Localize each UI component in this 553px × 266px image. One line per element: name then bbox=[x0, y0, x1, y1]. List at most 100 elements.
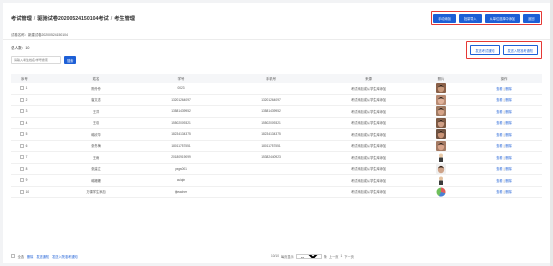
column-header-photo: 照片 bbox=[437, 77, 445, 81]
view-link[interactable]: 查看 bbox=[496, 156, 502, 160]
row-actions: 查看|删除 bbox=[466, 189, 542, 194]
row-no-cell: 5 bbox=[11, 132, 51, 136]
delete-link[interactable]: 删除 bbox=[505, 190, 511, 194]
breadcrumb-item-exam-management[interactable]: 考试管理 bbox=[11, 16, 32, 22]
pagination-total: 10/10 bbox=[271, 254, 279, 258]
delete-link[interactable]: 删除 bbox=[505, 110, 511, 114]
view-link[interactable]: 查看 bbox=[496, 190, 502, 194]
row-no-cell: 9 bbox=[11, 178, 51, 182]
row-no: 2 bbox=[25, 97, 28, 102]
row-actions: 查看|删除 bbox=[466, 178, 542, 183]
student-source: 考试添加或从学生库添加 bbox=[350, 167, 387, 172]
student-phone: 13201264097 bbox=[261, 97, 281, 102]
row-no-cell: 10 bbox=[11, 190, 51, 194]
row-checkbox[interactable] bbox=[20, 132, 24, 137]
prev-page-button[interactable]: 上一页 bbox=[329, 254, 339, 259]
student-name: 张冬梅 bbox=[91, 144, 101, 149]
row-checkbox[interactable] bbox=[20, 166, 24, 171]
row-checkbox[interactable] bbox=[20, 109, 24, 114]
student-photo[interactable] bbox=[416, 129, 466, 140]
batch-import-button[interactable]: 批量导入 bbox=[458, 13, 482, 23]
breadcrumb-separator: / bbox=[110, 16, 113, 22]
student-id: cuiqin bbox=[176, 178, 186, 183]
view-link[interactable]: 查看 bbox=[496, 167, 502, 171]
delete-link[interactable]: 删除 bbox=[505, 87, 511, 91]
row-checkbox[interactable] bbox=[20, 143, 24, 148]
row-actions: 查看|删除 bbox=[466, 143, 542, 148]
student-photo[interactable] bbox=[416, 175, 466, 186]
delete-link[interactable]: 删除 bbox=[505, 144, 511, 148]
row-actions: 查看|删除 bbox=[466, 109, 542, 114]
student-id: 13201264097 bbox=[171, 97, 191, 102]
view-link[interactable]: 查看 bbox=[496, 121, 502, 125]
view-link[interactable]: 查看 bbox=[496, 179, 502, 183]
search-button[interactable]: 搜索 bbox=[64, 56, 77, 64]
delete-link[interactable]: 删除 bbox=[505, 179, 511, 183]
student-photo[interactable] bbox=[416, 83, 466, 94]
student-id: tjteacher bbox=[174, 189, 188, 194]
view-link[interactable]: 查看 bbox=[496, 144, 502, 148]
student-photo[interactable] bbox=[416, 140, 466, 151]
student-phone: 18234134375 bbox=[261, 132, 281, 137]
student-photo[interactable] bbox=[416, 94, 466, 105]
student-name: 韩姗姗 bbox=[91, 178, 101, 183]
add-from-unit-button[interactable]: 从单位选择中添加 bbox=[484, 13, 521, 23]
row-actions: 查看|删除 bbox=[466, 132, 542, 137]
per-page-unit: 条 bbox=[323, 254, 327, 259]
student-photo[interactable] bbox=[416, 106, 466, 117]
row-no-cell: 3 bbox=[11, 109, 51, 113]
view-link[interactable]: 查看 bbox=[496, 110, 502, 114]
row-checkbox[interactable] bbox=[20, 155, 24, 160]
manual-add-button[interactable]: 手动添加 bbox=[433, 13, 456, 23]
paper-name: 试卷名称：新建试卷20200524150104 bbox=[11, 33, 68, 37]
delete-link[interactable]: 删除 bbox=[505, 156, 511, 160]
bulk-notify-admit-link[interactable]: 发送入院准考通知 bbox=[52, 254, 78, 259]
select-all-checkbox[interactable] bbox=[11, 254, 15, 258]
row-checkbox[interactable] bbox=[20, 97, 24, 102]
current-page[interactable]: 1 bbox=[340, 254, 342, 258]
view-link[interactable]: 查看 bbox=[496, 133, 502, 137]
column-header-name: 姓名 bbox=[92, 77, 100, 81]
divider bbox=[3, 39, 550, 40]
student-photo[interactable] bbox=[416, 117, 466, 128]
send-exam-notice-button[interactable]: 发送考试通知 bbox=[470, 45, 500, 55]
student-name: 韩欣华 bbox=[91, 132, 101, 137]
row-checkbox[interactable] bbox=[20, 178, 24, 183]
student-phone: 15382440923 bbox=[261, 155, 281, 160]
delete-link[interactable]: 删除 bbox=[505, 133, 511, 137]
student-source: 考试添加或从学生库添加 bbox=[350, 190, 387, 195]
bulk-delete-link[interactable]: 删除 bbox=[27, 254, 33, 259]
table-row: 8 张建立 yxgs001 考试添加或从学生库添加 查看|删除 bbox=[11, 163, 542, 175]
student-id: yxgs001 bbox=[175, 166, 187, 171]
per-page-select[interactable]: 10 bbox=[295, 253, 322, 259]
student-source: 考试添加或从学生库添加 bbox=[350, 155, 387, 160]
row-no: 1 bbox=[25, 86, 28, 91]
row-checkbox[interactable] bbox=[20, 189, 24, 194]
total-count-label: 总人数： bbox=[11, 46, 26, 50]
row-no: 10 bbox=[25, 189, 30, 194]
row-checkbox[interactable] bbox=[20, 120, 24, 125]
delete-link[interactable]: 删除 bbox=[505, 121, 511, 125]
send-admit-notice-button[interactable]: 发送入院准考通知 bbox=[502, 45, 538, 55]
student-photo[interactable] bbox=[416, 187, 466, 197]
per-page-label: 每页显示 bbox=[280, 254, 294, 259]
student-photo[interactable] bbox=[416, 152, 466, 163]
search-input[interactable] bbox=[11, 56, 61, 64]
student-photo[interactable] bbox=[416, 163, 466, 174]
breadcrumb: 考试管理 / 驱驰试卷20200524150104考试 / 考生管理 bbox=[11, 15, 135, 22]
table-row: 3 王洋 13581439952 13581439952 考试添加或从学生库添加 查看|删… bbox=[11, 106, 542, 118]
breadcrumb-item-current: 考生管理 bbox=[114, 16, 135, 22]
view-link[interactable]: 查看 bbox=[496, 98, 502, 102]
bulk-notify-link[interactable]: 发送通知 bbox=[36, 254, 49, 259]
back-button[interactable]: 返回 bbox=[523, 13, 540, 23]
next-page-button[interactable]: 下一页 bbox=[344, 254, 354, 259]
delete-link[interactable]: 删除 bbox=[505, 98, 511, 102]
delete-link[interactable]: 删除 bbox=[505, 167, 511, 171]
breadcrumb-item-exam[interactable]: 驱驰试卷20200524150104考试 bbox=[37, 16, 109, 22]
total-count-value: 10 bbox=[25, 46, 30, 50]
row-actions: 查看|删除 bbox=[466, 120, 542, 125]
row-actions: 查看|删除 bbox=[466, 166, 542, 171]
row-checkbox[interactable] bbox=[20, 86, 24, 91]
column-header-actions: 操作 bbox=[500, 77, 508, 81]
view-link[interactable]: 查看 bbox=[496, 87, 502, 91]
